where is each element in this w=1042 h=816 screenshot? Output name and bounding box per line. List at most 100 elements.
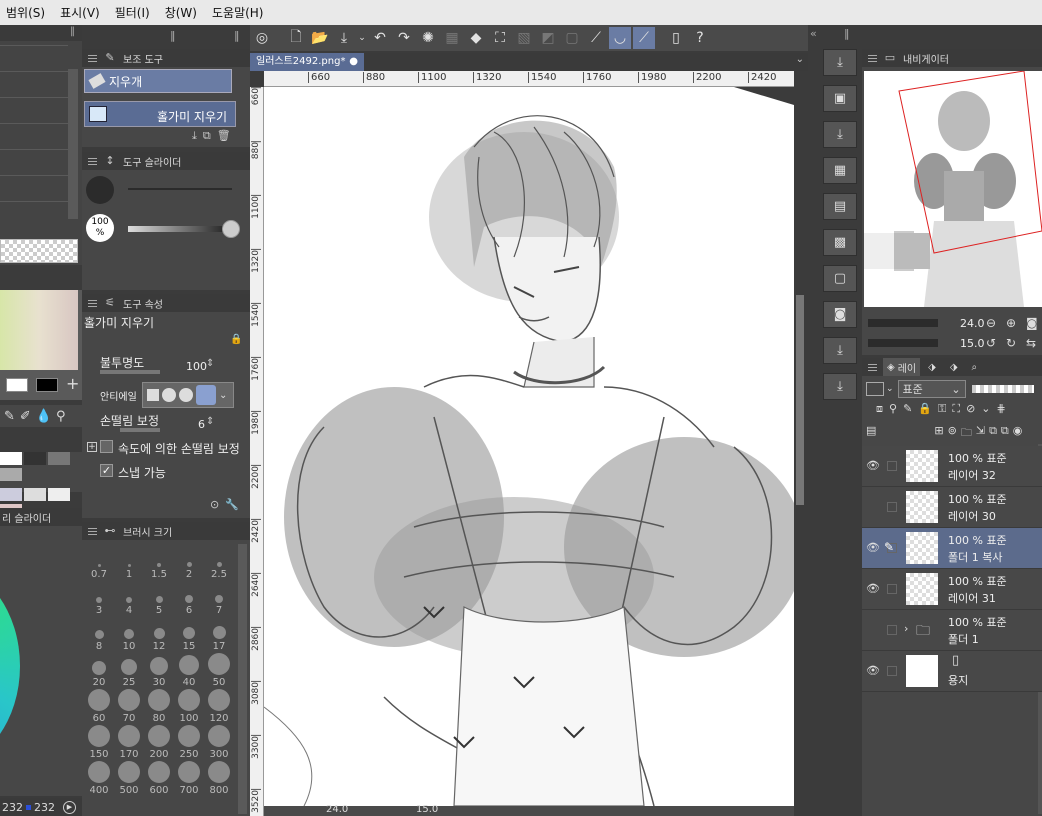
brush-size-option[interactable]: 0.7 xyxy=(84,544,114,580)
brush-size-option[interactable]: 80 xyxy=(144,688,174,724)
open-folder-icon[interactable]: 📂 xyxy=(309,27,331,49)
layer-row[interactable]: › 🗀 100 % 표준 폴더 1 xyxy=(862,610,1042,651)
color-swatch[interactable] xyxy=(24,488,46,501)
aa-weak-icon[interactable] xyxy=(162,388,176,402)
visibility-eye-icon[interactable]: 👁 xyxy=(866,582,880,595)
brush-size-scrollbar[interactable] xyxy=(238,544,247,814)
grid-snap-icon[interactable]: ⟋ xyxy=(633,27,655,49)
grid-icon[interactable]: ⋕ xyxy=(997,402,1006,420)
material-icon-9[interactable]: ⤓ xyxy=(823,337,857,364)
brush-size-option[interactable]: 2 xyxy=(174,544,204,580)
brush-size-option[interactable]: 1.5 xyxy=(144,544,174,580)
app-logo-icon[interactable]: ◎ xyxy=(251,27,273,49)
brush-size-option[interactable]: 40 xyxy=(174,652,204,688)
menu-item[interactable]: 도움말(H) xyxy=(206,4,273,21)
flip-icon[interactable]: ⇆ xyxy=(1026,336,1036,350)
color-swatch[interactable] xyxy=(24,452,46,465)
brush-size-option[interactable]: 25 xyxy=(114,652,144,688)
brush-size-option[interactable]: 15 xyxy=(174,616,204,652)
chevron-down-icon[interactable]: ⌄ xyxy=(886,384,894,394)
rotate-slider[interactable] xyxy=(868,339,938,347)
layer-lock-checkbox[interactable] xyxy=(887,584,897,594)
layer-row[interactable]: 100 % 표준 레이어 30 xyxy=(862,487,1042,528)
brush-size-option[interactable]: 400 xyxy=(84,760,114,796)
brush-size-option[interactable]: 800 xyxy=(204,760,234,796)
drawing-canvas[interactable] xyxy=(264,87,794,806)
collapse-icon[interactable]: ‖ xyxy=(844,27,850,40)
menu-item[interactable]: 표시(V) xyxy=(54,4,109,21)
brush-size-option[interactable]: 500 xyxy=(114,760,144,796)
color-swatch[interactable] xyxy=(0,488,22,501)
chevron-down-icon[interactable]: ⌄ xyxy=(981,402,990,420)
pen-tool-icon[interactable]: ✎ xyxy=(4,409,15,424)
canvas-scrollbar[interactable] xyxy=(796,295,804,505)
new-file-icon[interactable]: 🗋 xyxy=(285,27,307,49)
invert-selection-icon[interactable]: ◩ xyxy=(537,27,559,49)
settings-icon[interactable]: ⊙ xyxy=(210,498,219,511)
layer-row[interactable]: 👁 100 % 표준 레이어 32 xyxy=(862,446,1042,487)
redo-icon[interactable]: ↷ xyxy=(393,27,415,49)
new-raster-layer-icon[interactable]: ⊞ xyxy=(934,424,943,442)
material-icon-3[interactable]: ⤓ xyxy=(823,121,857,148)
brush-size-option[interactable]: 17 xyxy=(204,616,234,652)
brush-size-option[interactable]: 600 xyxy=(144,760,174,796)
size-slider[interactable] xyxy=(128,188,232,190)
transfer-icon[interactable]: ⇲ xyxy=(976,424,985,442)
undo-icon[interactable]: ↶ xyxy=(369,27,391,49)
fill-icon[interactable]: ◆ xyxy=(465,27,487,49)
status-zoom[interactable]: 24.0 xyxy=(326,804,348,815)
save-icon[interactable]: ⤓ xyxy=(333,27,355,49)
visibility-eye-icon[interactable]: 👁 xyxy=(866,459,880,472)
material-icon-10[interactable]: ⤓ xyxy=(823,373,857,400)
opacity-value[interactable]: 100 xyxy=(186,360,207,373)
scrollbar[interactable] xyxy=(68,69,78,219)
color-swatch[interactable] xyxy=(48,452,70,465)
layer-row[interactable]: 👁 ✎ 100 % 표준 폴더 1 복사 xyxy=(862,528,1042,569)
lock-icon[interactable]: 🔒 xyxy=(918,402,932,420)
layer-lock-checkbox[interactable] xyxy=(887,666,897,676)
lock-alpha-icon[interactable]: ⚿ xyxy=(938,402,946,420)
new-folder-icon[interactable]: 🗀 xyxy=(961,424,972,442)
brush-size-option[interactable]: 700 xyxy=(174,760,204,796)
water-drop-icon[interactable]: 💧 xyxy=(36,409,52,424)
help-icon[interactable]: ? xyxy=(689,27,711,49)
layer-list-icon[interactable]: ▤ xyxy=(866,424,876,442)
play-icon[interactable]: ▶ xyxy=(63,800,76,814)
close-icon[interactable]: ● xyxy=(349,53,358,71)
brush-size-option[interactable]: 300 xyxy=(204,724,234,760)
transform-icon[interactable]: ⛶ xyxy=(489,27,511,49)
duplicate-icon[interactable]: ⧉ xyxy=(1001,424,1009,442)
stabilize-bar[interactable] xyxy=(120,428,160,432)
speed-checkbox[interactable] xyxy=(100,440,113,453)
clear-icon[interactable]: ▦ xyxy=(441,27,463,49)
color-swatch[interactable] xyxy=(0,468,22,481)
color-swatch[interactable] xyxy=(48,488,70,501)
material-icon-2[interactable]: ▣ xyxy=(823,85,857,112)
material-icon-1[interactable]: ⤓ xyxy=(823,49,857,76)
fit-icon[interactable]: ◙ xyxy=(1026,316,1038,330)
layer-row[interactable]: 👁 100 % 표준 레이어 31 xyxy=(862,569,1042,610)
brush-size-option[interactable]: 150 xyxy=(84,724,114,760)
mask-icon[interactable]: ⛶ xyxy=(952,402,960,420)
brush-size-option[interactable]: 2.5 xyxy=(204,544,234,580)
material-icon-5[interactable]: ▤ xyxy=(823,193,857,220)
download-icon[interactable]: ⤓ xyxy=(192,129,197,143)
snap-checkbox[interactable]: ✓ xyxy=(100,464,113,477)
layer-lock-checkbox[interactable] xyxy=(887,502,897,512)
opacity-bar[interactable] xyxy=(100,370,160,374)
layers-tab[interactable]: ◈ 레이 xyxy=(883,358,921,376)
brush-size-option[interactable]: 100 xyxy=(174,688,204,724)
rotate-right-icon[interactable]: ↻ xyxy=(1006,336,1016,350)
material-icon-6[interactable]: ▩ xyxy=(823,229,857,256)
opacity-slider-handle[interactable] xyxy=(222,220,240,238)
layer-color-icon[interactable] xyxy=(866,382,884,396)
material-icon-8[interactable]: ◙ xyxy=(823,301,857,328)
loading-icon[interactable]: ✺ xyxy=(417,27,439,49)
menu-item[interactable]: 필터(I) xyxy=(109,4,159,21)
color-wheel[interactable] xyxy=(0,566,20,766)
opacity-strip[interactable] xyxy=(971,385,1034,393)
search-layer-tab-icon[interactable]: ⬗ xyxy=(950,362,958,373)
layer-property-tab-icon[interactable]: ⬗ xyxy=(928,362,936,373)
brush-size-option[interactable]: 5 xyxy=(144,580,174,616)
aa-none-icon[interactable] xyxy=(147,389,159,401)
